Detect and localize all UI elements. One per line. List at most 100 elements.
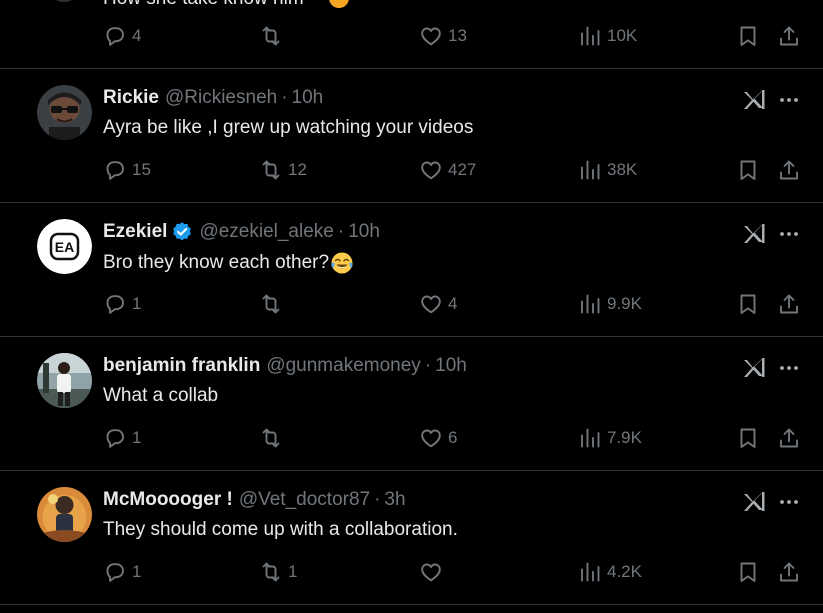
display-name[interactable]: benjamin franklin — [103, 355, 260, 377]
views-button[interactable]: 38K — [578, 158, 637, 182]
avatar[interactable] — [37, 353, 92, 408]
user-handle[interactable]: @gunmakemoney — [266, 355, 420, 377]
separator: · — [281, 87, 288, 108]
tweet-text-content: Ayra be like ,I grew up watching your vi… — [103, 117, 474, 138]
repost-count: 1 — [288, 562, 298, 581]
tweet-text: They should come up with a collaboration… — [103, 519, 458, 541]
tweet[interactable]: EA Ezekiel @ezekiel_aleke · 10h Bro they… — [0, 203, 823, 337]
bookmark-button[interactable] — [736, 560, 760, 584]
display-name[interactable]: Rickie — [103, 87, 159, 109]
bookmark-button[interactable] — [736, 426, 760, 450]
timestamp[interactable]: 10h — [348, 221, 380, 243]
repost-button[interactable] — [259, 426, 288, 450]
grok-icon[interactable] — [741, 222, 767, 246]
share-icon — [777, 158, 801, 182]
more-options-icon[interactable] — [778, 357, 800, 379]
reply-icon — [103, 158, 127, 182]
view-count: 38K — [607, 160, 638, 179]
repost-button[interactable]: 1 — [259, 560, 297, 584]
repost-icon — [259, 560, 283, 584]
reply-button[interactable]: 1 — [103, 560, 141, 584]
separator: · — [374, 489, 381, 510]
like-count: 13 — [448, 26, 467, 45]
like-count: 4 — [448, 294, 458, 313]
timestamp[interactable]: 10h — [435, 355, 467, 377]
heart-icon — [419, 292, 443, 316]
view-count: 4.2K — [607, 562, 642, 581]
like-button[interactable]: 427 — [419, 158, 476, 182]
like-button[interactable]: 13 — [419, 24, 467, 48]
bookmark-button[interactable] — [736, 292, 760, 316]
repost-button[interactable] — [259, 292, 288, 316]
views-button[interactable]: 7.9K — [578, 426, 642, 450]
views-button[interactable]: 10K — [578, 24, 637, 48]
bookmark-button[interactable] — [736, 158, 760, 182]
reply-icon — [103, 426, 127, 450]
tweet[interactable]: Rickie @Rickiesneh · 10h Ayra be like ,I… — [0, 69, 823, 203]
share-icon — [777, 292, 801, 316]
tweet-header: McMooooger ! @Vet_doctor87 · 3h — [103, 489, 406, 511]
tweet-actions: 15 12 427 38K — [0, 158, 823, 188]
user-handle[interactable]: @Rickiesneh — [165, 87, 277, 109]
verified-badge-icon[interactable] — [171, 221, 193, 243]
grok-icon[interactable] — [741, 490, 767, 514]
tweet-text-content: What a collab — [103, 385, 219, 406]
view-count: 10K — [607, 26, 638, 45]
display-name[interactable]: McMooooger ! — [103, 489, 233, 511]
avatar[interactable] — [50, 0, 78, 2]
avatar[interactable] — [37, 85, 92, 140]
repost-button[interactable] — [259, 24, 288, 48]
reply-button[interactable]: 4 — [103, 24, 141, 48]
bar-chart-icon — [578, 560, 602, 584]
bookmark-icon — [736, 158, 760, 182]
tweet-actions: 1 6 7.9K — [0, 426, 823, 456]
repost-icon — [259, 292, 283, 316]
reply-count: 1 — [132, 562, 142, 581]
more-options-icon[interactable] — [778, 89, 800, 111]
tweet[interactable]: McMooooger ! @Vet_doctor87 · 3h They sho… — [0, 471, 823, 605]
grok-icon[interactable] — [741, 88, 767, 112]
reply-button[interactable]: 15 — [103, 158, 151, 182]
reply-icon — [103, 24, 127, 48]
reply-button[interactable]: 1 — [103, 292, 141, 316]
avatar[interactable]: EA — [37, 219, 92, 274]
tweet-header: Rickie @Rickiesneh · 10h — [103, 87, 323, 109]
grok-icon[interactable] — [741, 356, 767, 380]
timestamp[interactable]: 10h — [292, 87, 324, 109]
partial-tweet[interactable]: How she take know him 4 13 10K — [0, 0, 823, 69]
heart-icon — [419, 24, 443, 48]
share-button[interactable] — [777, 158, 801, 182]
tweet-text: What a collab — [103, 385, 218, 407]
like-button[interactable]: 6 — [419, 426, 457, 450]
reply-count: 1 — [132, 428, 142, 447]
share-button[interactable] — [777, 560, 801, 584]
tweet-header: Ezekiel @ezekiel_aleke · 10h — [103, 221, 380, 243]
tweet-text: Bro they know each other? — [103, 251, 354, 275]
bar-chart-icon — [578, 292, 602, 316]
tweet[interactable]: benjamin franklin @gunmakemoney · 10h Wh… — [0, 337, 823, 471]
tweet-text-content: They should come up with a collaboration… — [103, 519, 458, 540]
separator: · — [337, 221, 345, 242]
repost-button[interactable]: 12 — [259, 158, 307, 182]
views-button[interactable]: 9.9K — [578, 292, 642, 316]
bookmark-button[interactable] — [736, 24, 760, 48]
share-button[interactable] — [777, 292, 801, 316]
share-button[interactable] — [777, 24, 801, 48]
views-button[interactable]: 4.2K — [578, 560, 642, 584]
user-handle[interactable]: @ezekiel_aleke — [199, 221, 333, 243]
share-button[interactable] — [777, 426, 801, 450]
view-count: 9.9K — [607, 294, 642, 313]
bookmark-icon — [736, 24, 760, 48]
more-options-icon[interactable] — [778, 223, 800, 245]
user-handle[interactable]: @Vet_doctor87 — [239, 489, 370, 511]
like-button[interactable]: 4 — [419, 292, 457, 316]
view-count: 7.9K — [607, 428, 642, 447]
more-options-icon[interactable] — [778, 491, 800, 513]
bookmark-icon — [736, 560, 760, 584]
separator: · — [424, 355, 432, 376]
display-name[interactable]: Ezekiel — [103, 221, 167, 243]
like-button[interactable] — [419, 560, 448, 584]
timestamp[interactable]: 3h — [384, 489, 405, 511]
reply-button[interactable]: 1 — [103, 426, 141, 450]
avatar[interactable] — [37, 487, 92, 542]
